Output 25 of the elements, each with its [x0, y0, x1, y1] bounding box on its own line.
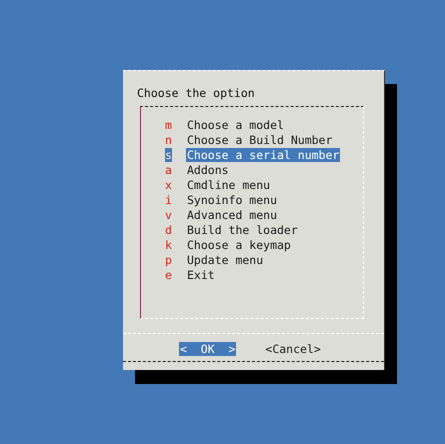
hotkey: p — [165, 252, 172, 266]
menu-item[interactable]: Choose a Build Number — [186, 132, 334, 146]
hotkey: i — [165, 192, 172, 206]
menu-item[interactable]: Addons — [186, 162, 230, 176]
hotkey: s — [165, 148, 172, 162]
hotkey: d — [165, 222, 172, 236]
hotkey: k — [165, 238, 172, 252]
menu-item[interactable]: Exit — [186, 268, 216, 282]
ok-button[interactable]: < OK > — [179, 342, 236, 356]
dialog-title: Choose the option — [136, 85, 256, 100]
hotkey: a — [165, 162, 172, 176]
hotkey: x — [165, 178, 172, 192]
menu-item[interactable]: Synoinfo menu — [186, 192, 278, 206]
hotkey: n — [165, 132, 172, 146]
menu-item[interactable]: Choose a keymap — [186, 238, 292, 252]
cancel-button[interactable]: <Cancel> — [264, 342, 322, 356]
hotkey: e — [165, 268, 172, 282]
hotkey: m — [165, 118, 172, 132]
menu-item[interactable]: Update menu — [186, 252, 264, 266]
menu-item[interactable]: Advanced menu — [186, 208, 278, 222]
hotkey: v — [165, 208, 172, 222]
menu-item[interactable]: Build the loader — [186, 222, 299, 236]
menu-item[interactable]: Cmdline menu — [186, 178, 272, 192]
menu-item[interactable]: Choose a serial number — [186, 148, 340, 162]
menu-item[interactable]: Choose a model — [186, 118, 285, 132]
